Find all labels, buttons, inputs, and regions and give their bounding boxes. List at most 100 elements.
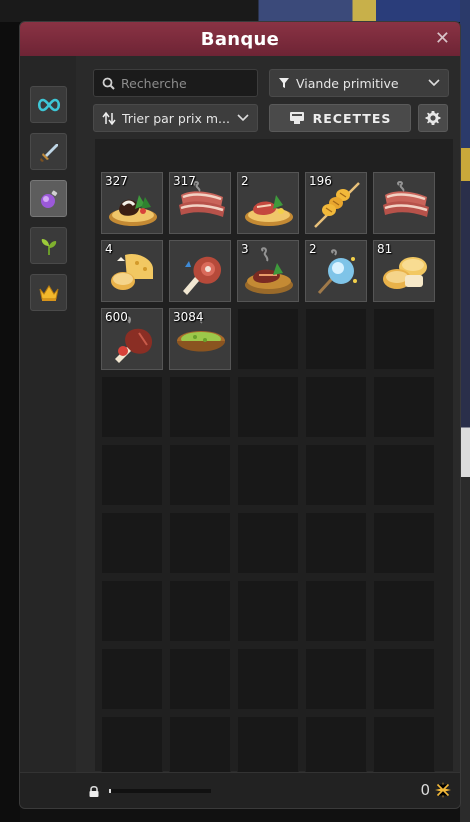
inventory-slot[interactable] xyxy=(169,240,231,302)
chevron-down-icon xyxy=(428,79,440,87)
window-title: Banque xyxy=(200,28,280,50)
tab-consumables[interactable] xyxy=(30,180,67,217)
item-quantity: 2 xyxy=(241,174,249,188)
title-bar[interactable]: Banque ✕ xyxy=(20,22,460,56)
item-quantity: 2 xyxy=(309,242,317,256)
item-quantity: 327 xyxy=(105,174,128,188)
inventory-slot[interactable] xyxy=(373,172,435,234)
inventory-slot xyxy=(237,308,299,370)
item-quantity: 3 xyxy=(241,242,249,256)
bank-footer: 0 xyxy=(20,772,460,808)
magic-orb-icon xyxy=(317,249,357,295)
tab-all[interactable] xyxy=(30,86,67,123)
item-quantity: 600 xyxy=(105,310,128,324)
capacity-bar xyxy=(109,789,211,793)
bank-content: Viande primitive Trier par prix m... REC… xyxy=(76,56,460,778)
search-box[interactable] xyxy=(93,69,258,97)
inventory-slot xyxy=(169,444,231,506)
item-quantity: 317 xyxy=(173,174,196,188)
inventory-slot xyxy=(237,376,299,438)
inventory-slot xyxy=(101,716,163,778)
inventory-slot xyxy=(169,580,231,642)
filter-selected: Viande primitive xyxy=(296,75,399,91)
lock-icon xyxy=(89,785,99,797)
capacity-fill xyxy=(109,789,112,793)
kamas-display: 0 xyxy=(420,781,452,799)
inventory-slot xyxy=(237,716,299,778)
inventory-slot[interactable]: 2 xyxy=(237,172,299,234)
search-icon xyxy=(102,77,115,90)
inventory-slot[interactable]: 81 xyxy=(373,240,435,302)
inventory-slot[interactable]: 3 xyxy=(237,240,299,302)
inventory-panel: 327 317 2 196 4 3 2 81 600 3084 xyxy=(95,139,453,778)
inventory-slot[interactable]: 3084 xyxy=(169,308,231,370)
category-filter-dropdown[interactable]: Viande primitive xyxy=(269,69,449,97)
inventory-slot[interactable]: 4 xyxy=(101,240,163,302)
inventory-slot xyxy=(237,580,299,642)
inventory-slot[interactable]: 600 xyxy=(101,308,163,370)
inventory-slot xyxy=(305,444,367,506)
inventory-slot xyxy=(373,376,435,438)
tab-cosmetics[interactable] xyxy=(30,274,67,311)
search-input[interactable] xyxy=(121,75,251,91)
inventory-slot xyxy=(237,648,299,710)
smoking-stew-icon xyxy=(245,247,293,294)
inventory-slot xyxy=(373,580,435,642)
inventory-slot xyxy=(373,716,435,778)
inventory-slot xyxy=(305,648,367,710)
tab-equipment[interactable] xyxy=(30,133,67,170)
item-quantity: 196 xyxy=(309,174,332,188)
inventory-slot xyxy=(305,512,367,574)
sort-selected: Trier par prix m... xyxy=(122,110,230,126)
kamas-amount: 0 xyxy=(420,781,430,799)
inventory-slot xyxy=(373,512,435,574)
funnel-icon xyxy=(279,78,289,88)
bacon-slices-icon xyxy=(383,181,429,217)
potion-icon xyxy=(40,190,57,208)
inventory-slot xyxy=(305,308,367,370)
inventory-slot[interactable]: 327 xyxy=(101,172,163,234)
recipe-book-icon xyxy=(289,112,304,124)
inventory-slot xyxy=(101,648,163,710)
inventory-slot xyxy=(101,444,163,506)
inventory-slot xyxy=(373,308,435,370)
recipes-button[interactable]: RECETTES xyxy=(269,104,411,132)
inventory-slot xyxy=(305,376,367,438)
settings-button[interactable] xyxy=(418,104,448,132)
inventory-slot xyxy=(169,376,231,438)
inventory-slot[interactable]: 2 xyxy=(305,240,367,302)
item-quantity: 81 xyxy=(377,242,393,256)
item-quantity: 3084 xyxy=(173,310,204,324)
inventory-slot xyxy=(373,648,435,710)
sort-dropdown[interactable]: Trier par prix m... xyxy=(93,104,258,132)
inventory-slot xyxy=(101,580,163,642)
gear-icon xyxy=(425,111,441,125)
tab-resources[interactable] xyxy=(30,227,67,264)
ham-leg-icon xyxy=(183,256,222,295)
inventory-slot xyxy=(101,512,163,574)
inventory-slot[interactable]: 317 xyxy=(169,172,231,234)
crown-icon xyxy=(39,284,58,301)
recipes-label: RECETTES xyxy=(312,110,392,126)
cheese-bread-icon xyxy=(111,253,153,290)
inventory-slot xyxy=(169,716,231,778)
inventory-slot xyxy=(305,716,367,778)
plant-icon xyxy=(41,238,56,255)
inventory-slot xyxy=(373,444,435,506)
infinity-icon xyxy=(37,98,60,111)
inventory-slot xyxy=(169,648,231,710)
grilled-steak-plate-icon xyxy=(245,195,293,226)
bank-window: Banque ✕ Viande primitive xyxy=(19,21,461,809)
item-quantity: 4 xyxy=(105,242,113,256)
sword-icon xyxy=(39,143,58,162)
close-icon[interactable]: ✕ xyxy=(435,28,450,49)
kamas-icon xyxy=(435,782,451,798)
chevron-down-icon xyxy=(237,114,249,122)
inventory-slot xyxy=(169,512,231,574)
inventory-slot[interactable]: 196 xyxy=(305,172,367,234)
inventory-grid: 327 317 2 196 4 3 2 81 600 3084 xyxy=(101,172,437,780)
inventory-slot xyxy=(101,376,163,438)
inventory-slot xyxy=(237,444,299,506)
sort-arrows-icon xyxy=(102,111,116,125)
inventory-slot xyxy=(237,512,299,574)
